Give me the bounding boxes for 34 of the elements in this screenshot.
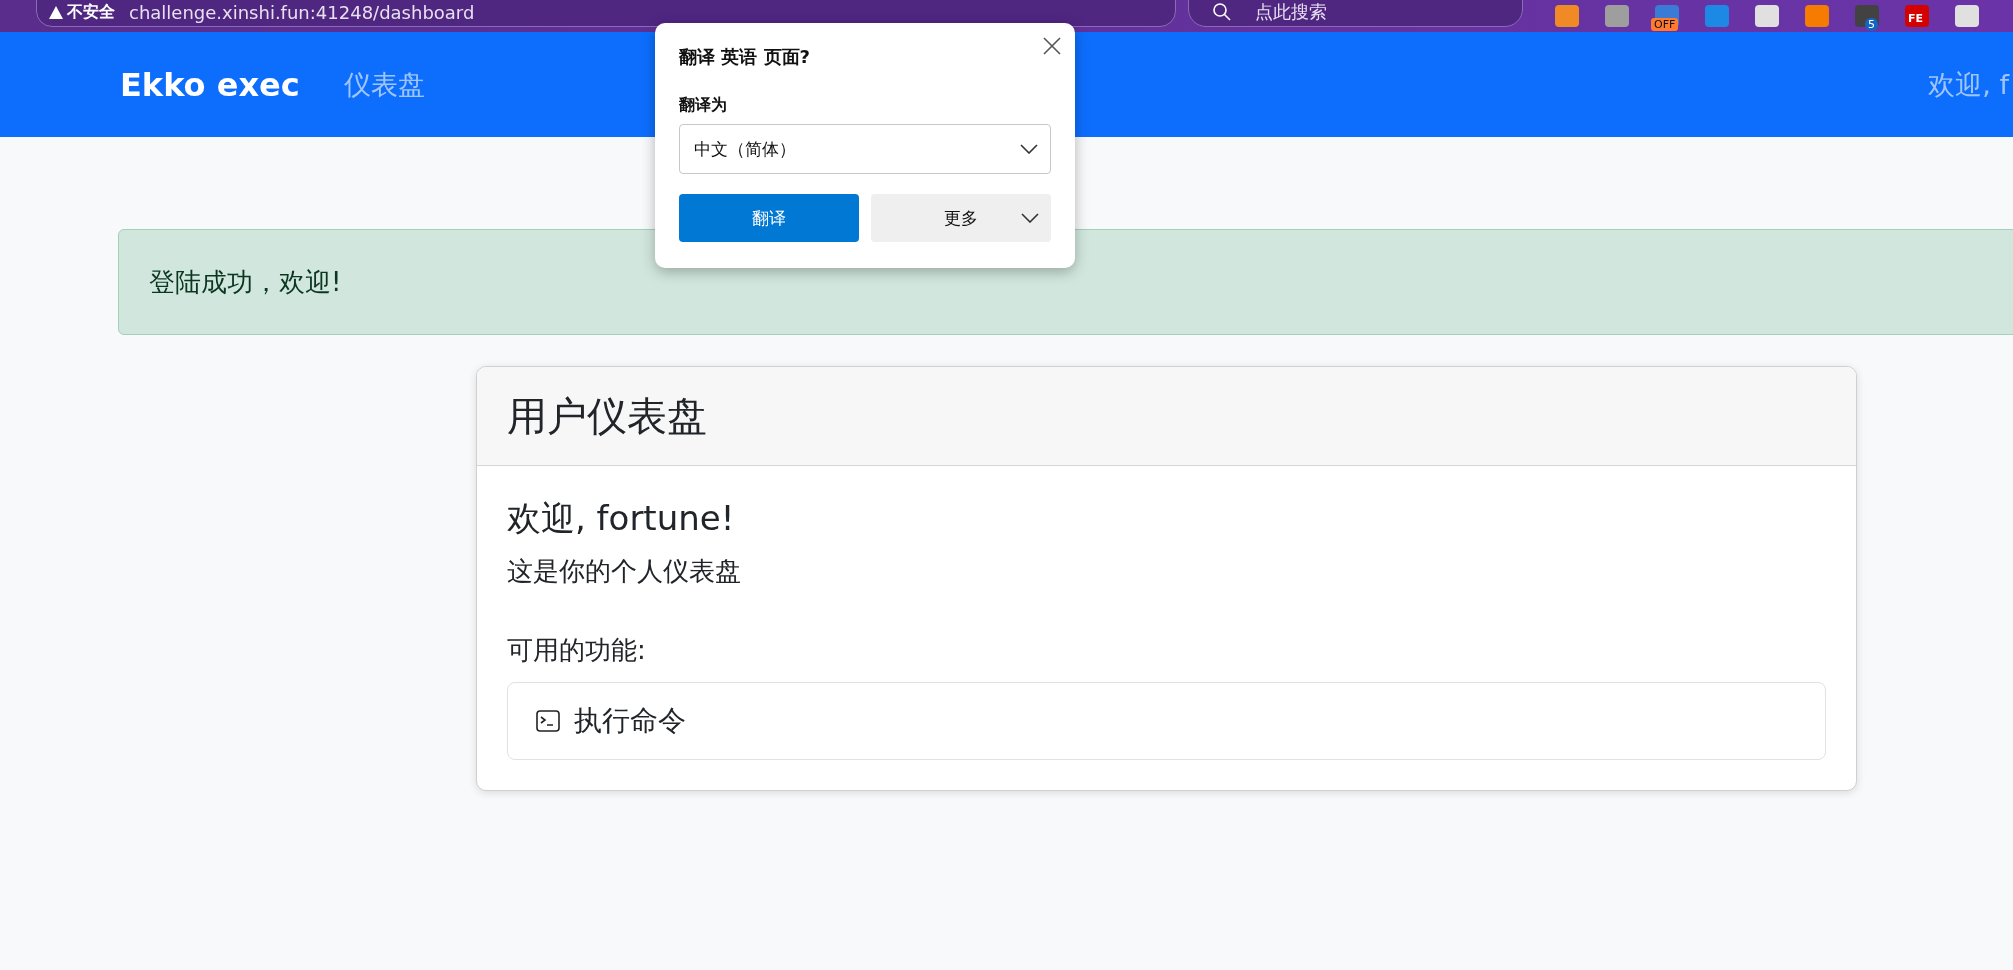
feature-label: 执行命令: [574, 703, 686, 739]
extension-icon[interactable]: [1805, 5, 1829, 27]
search-icon: [1213, 3, 1231, 21]
warning-icon: [49, 5, 63, 19]
search-field[interactable]: 点此搜索: [1188, 0, 1523, 27]
chevron-down-icon: [1021, 213, 1039, 223]
field-label: 翻译为: [679, 95, 728, 116]
language-dropdown[interactable]: 中文（简体）: [679, 124, 1051, 174]
extension-icon[interactable]: [1555, 5, 1579, 27]
popup-title: 翻译 英语 页面?: [679, 45, 811, 69]
welcome-heading: 欢迎, fortune!: [507, 497, 736, 540]
extension-icon[interactable]: FE: [1905, 5, 1929, 27]
terminal-icon: [536, 710, 560, 732]
features-label: 可用的功能:: [507, 634, 647, 667]
extension-icon[interactable]: [1755, 5, 1779, 27]
more-button[interactable]: 更多: [871, 194, 1051, 242]
translate-button[interactable]: 翻译: [679, 194, 859, 242]
chevron-down-icon: [1020, 144, 1038, 154]
url-text: challenge.xinshi.fun:41248/dashboard: [129, 1, 475, 23]
brand-logo[interactable]: Ekko exec: [120, 65, 300, 104]
address-bar[interactable]: 不安全 challenge.xinshi.fun:41248/dashboard: [36, 0, 1176, 27]
card-title: 用户仪表盘: [477, 367, 1856, 466]
success-alert: 登陆成功，欢迎!: [118, 229, 2013, 335]
close-button[interactable]: [1041, 35, 1063, 57]
extension-icon[interactable]: [1705, 5, 1729, 27]
feature-item[interactable]: 执行命令: [507, 682, 1826, 760]
extension-icon[interactable]: [1605, 5, 1629, 27]
extension-badge: OFF: [1651, 18, 1679, 31]
user-greeting: 欢迎, f: [1928, 67, 2011, 102]
search-placeholder: 点此搜索: [1255, 0, 1327, 24]
subtitle: 这是你的个人仪表盘: [507, 555, 742, 588]
extension-badge: 5: [1865, 18, 1878, 31]
security-warning[interactable]: 不安全: [49, 1, 115, 23]
extension-icon[interactable]: [1955, 5, 1979, 27]
